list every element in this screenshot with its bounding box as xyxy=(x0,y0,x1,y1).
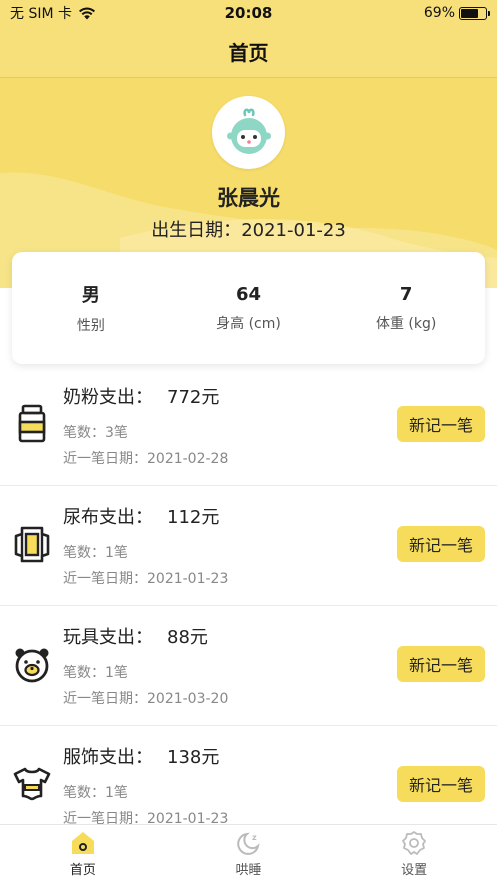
expense-amount: 772元 xyxy=(167,387,220,408)
battery-fill xyxy=(461,8,478,18)
svg-text:z: z xyxy=(252,833,257,842)
baby-name: 张晨光 xyxy=(217,186,280,210)
expense-count: 笔数：3笔 xyxy=(63,425,128,441)
status-right: 69% xyxy=(423,5,490,21)
battery-percent: 69% xyxy=(423,5,455,21)
page-title: 首页 xyxy=(228,41,269,65)
tab-sleep[interactable]: z 哄睡 xyxy=(166,825,332,883)
onesie-icon xyxy=(12,762,52,806)
stat-label: 性别 xyxy=(76,318,105,334)
expense-last-date: 近一笔日期：2021-03-20 xyxy=(63,691,229,707)
status-left: 无 SIM 卡 xyxy=(10,3,96,23)
stat-value: 7 xyxy=(399,283,413,305)
stat-label: 体重 (kg) xyxy=(375,315,437,332)
expense-count: 笔数：1笔 xyxy=(63,665,128,681)
stat-value: 64 xyxy=(235,283,262,305)
carrier-text: 无 SIM 卡 xyxy=(10,6,72,22)
stat-height: 64 身高 (cm) xyxy=(170,252,328,364)
diaper-icon xyxy=(12,522,52,566)
tab-label: 哄睡 xyxy=(235,863,262,878)
expense-title: 奶粉支出： 772元 xyxy=(63,383,219,409)
stat-label: 身高 (cm) xyxy=(216,315,281,332)
expense-amount: 88元 xyxy=(167,627,208,648)
stat-weight: 7 体重 (kg) xyxy=(327,252,485,364)
expense-row-toy[interactable]: 玩具支出： 88元 笔数：1笔 近一笔日期：2021-03-20 新记一笔 xyxy=(0,606,497,726)
expense-category: 尿布支出： xyxy=(63,507,153,528)
birth-date-row: 出生日期：2021-01-23 xyxy=(0,216,497,242)
wifi-icon xyxy=(79,7,95,19)
baby-info-card: 男 性别 64 身高 (cm) 7 体重 (kg) xyxy=(12,252,485,364)
expense-count: 笔数：1笔 xyxy=(63,545,128,561)
baby-face-icon xyxy=(226,108,271,154)
milk-can-icon xyxy=(12,402,52,446)
expense-category: 服饰支出： xyxy=(63,747,153,768)
expense-row-milk[interactable]: 奶粉支出： 772元 笔数：3笔 近一笔日期：2021-02-28 新记一笔 xyxy=(0,366,497,486)
expense-row-diaper[interactable]: 尿布支出： 112元 笔数：1笔 近一笔日期：2021-01-23 新记一笔 xyxy=(0,486,497,606)
moon-icon: z xyxy=(236,830,262,856)
expense-amount: 138元 xyxy=(167,747,220,768)
gear-icon xyxy=(401,830,427,856)
bear-icon xyxy=(12,642,52,686)
expense-title: 服饰支出： 138元 xyxy=(63,743,219,769)
expense-title: 玩具支出： 88元 xyxy=(63,623,208,649)
tab-label: 首页 xyxy=(69,863,96,878)
home-icon xyxy=(70,830,96,856)
birth-date-label: 出生日期： xyxy=(151,220,242,241)
expense-last-date: 近一笔日期：2021-01-23 xyxy=(63,571,229,587)
expense-count: 笔数：1笔 xyxy=(63,785,128,801)
expense-category: 奶粉支出： xyxy=(63,387,153,408)
expense-list: 奶粉支出： 772元 笔数：3笔 近一笔日期：2021-02-28 新记一笔 尿布… xyxy=(0,366,497,846)
expense-title: 尿布支出： 112元 xyxy=(63,503,219,529)
expense-category: 玩具支出： xyxy=(63,627,153,648)
nav-bar: 首页 xyxy=(0,26,497,78)
tab-bar: 首页 z 哄睡 设置 xyxy=(0,824,497,883)
tab-home[interactable]: 首页 xyxy=(0,825,166,883)
tab-label: 设置 xyxy=(401,863,428,878)
expense-last-date: 近一笔日期：2021-02-28 xyxy=(63,451,229,467)
status-bar: 无 SIM 卡 20:08 69% xyxy=(0,0,497,26)
tab-settings[interactable]: 设置 xyxy=(331,825,497,883)
add-record-button[interactable]: 新记一笔 xyxy=(397,406,485,442)
add-record-button[interactable]: 新记一笔 xyxy=(397,526,485,562)
birth-date-value: 2021-01-23 xyxy=(241,220,346,241)
expense-amount: 112元 xyxy=(167,507,220,528)
stat-gender: 男 性别 xyxy=(12,252,170,364)
add-record-button[interactable]: 新记一笔 xyxy=(397,646,485,682)
add-record-button[interactable]: 新记一笔 xyxy=(397,766,485,802)
baby-avatar[interactable] xyxy=(212,96,285,169)
stat-value: 男 xyxy=(81,285,100,306)
battery-icon xyxy=(459,6,490,20)
